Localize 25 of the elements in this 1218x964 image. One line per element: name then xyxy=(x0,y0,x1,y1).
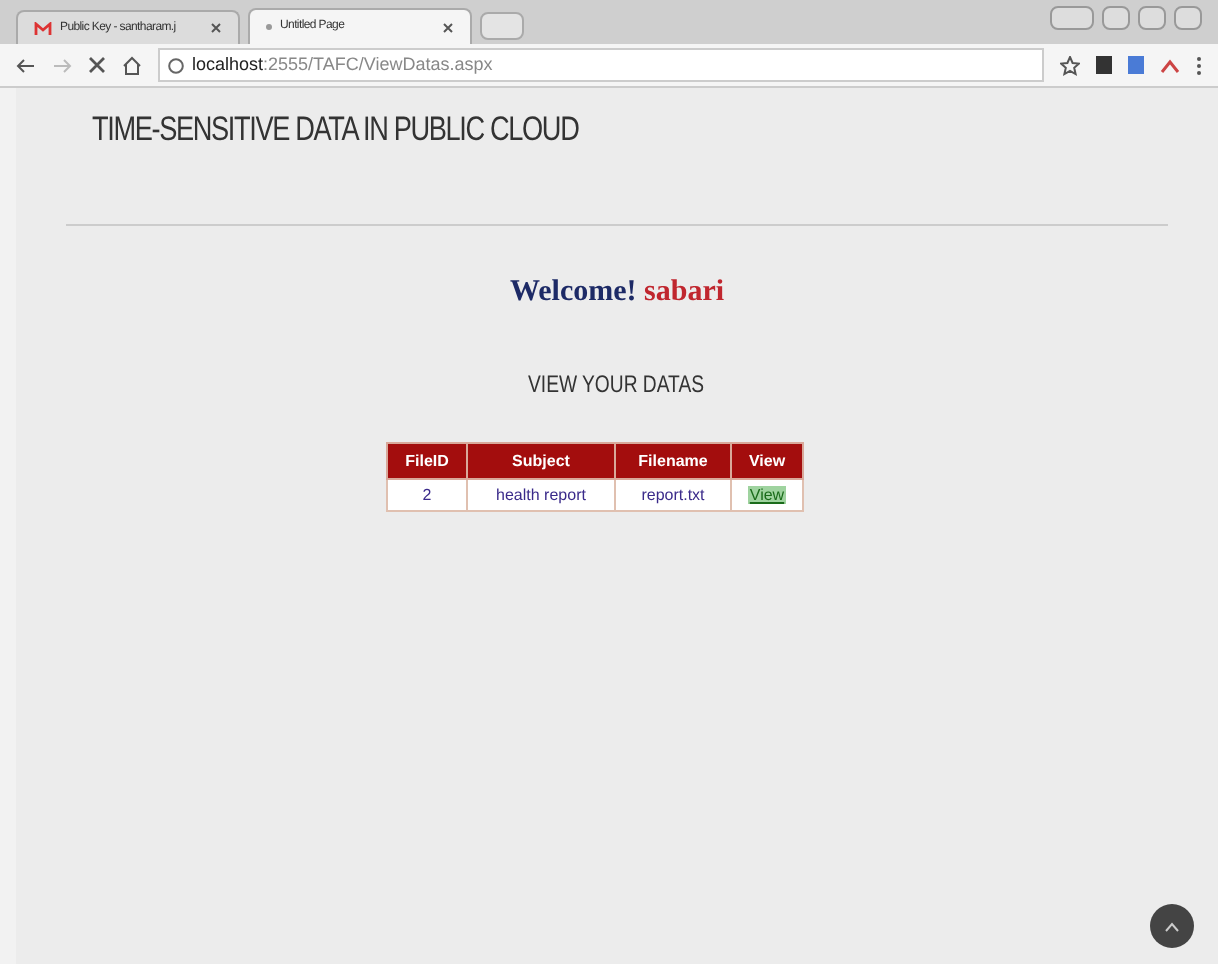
welcome-text: Welcome! sabari xyxy=(509,273,725,311)
caret-up-icon xyxy=(1164,921,1180,931)
column-header: Subject xyxy=(467,443,615,479)
scroll-top-button[interactable] xyxy=(1150,904,1194,948)
close-icon[interactable] xyxy=(88,56,106,74)
site-title: TIME-SENSITIVE DATA IN PUBLIC CLOUD xyxy=(92,108,581,152)
view-link[interactable]: View xyxy=(747,485,787,503)
table-cell: report.txt xyxy=(615,479,731,511)
home-icon[interactable] xyxy=(122,55,142,75)
url-text: localhost:2555/TAFC/ViewDatas.aspx xyxy=(192,51,493,78)
address-bar[interactable]: localhost:2555/TAFC/ViewDatas.aspx xyxy=(158,48,1044,82)
loading-icon xyxy=(266,24,272,30)
column-header: FileID xyxy=(387,443,467,479)
back-icon[interactable] xyxy=(16,55,36,75)
column-header: Filename xyxy=(615,443,731,479)
menu-icon[interactable] xyxy=(1196,55,1202,75)
mail-icon xyxy=(34,21,52,35)
section-title: VIEW YOUR DATAS xyxy=(528,368,705,402)
table-cell: 2 xyxy=(387,479,467,511)
close-icon[interactable] xyxy=(210,22,222,34)
info-icon xyxy=(168,57,184,73)
table-cell: health report xyxy=(467,479,615,511)
column-header: View xyxy=(731,443,803,479)
close-icon[interactable] xyxy=(442,21,454,33)
star-icon[interactable] xyxy=(1060,55,1080,75)
